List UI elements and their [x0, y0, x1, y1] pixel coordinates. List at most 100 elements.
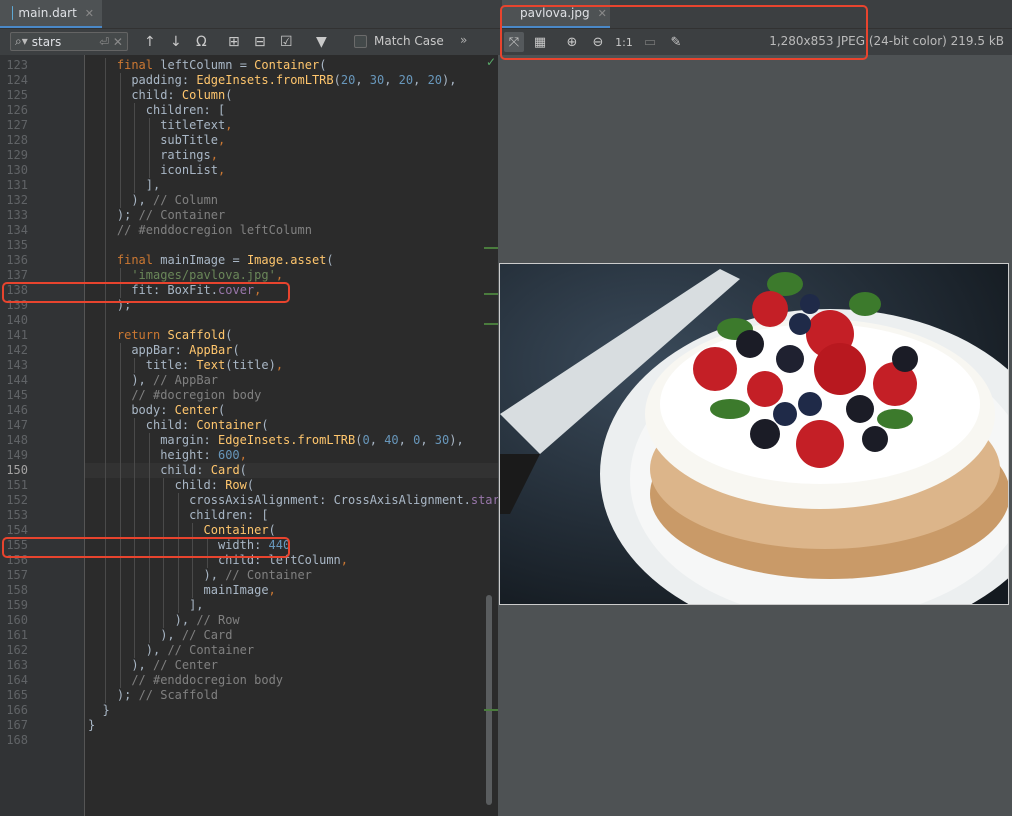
code-area[interactable]: 123 final leftColumn = Container(124 paddi…	[0, 55, 498, 816]
indent-guide	[119, 163, 121, 178]
code-line[interactable]: 128 subTitle,	[0, 133, 498, 148]
code-line[interactable]: 159],	[0, 598, 498, 613]
line-text: ],	[145, 178, 161, 192]
code-line[interactable]: 144), // AppBar	[0, 373, 498, 388]
indent-guide	[105, 103, 107, 118]
indent-guide	[105, 643, 107, 658]
code-line[interactable]: 151 child: Row(	[0, 478, 498, 493]
code-line[interactable]: 158 mainImage,	[0, 583, 498, 598]
code-line[interactable]: 130 iconList,	[0, 163, 498, 178]
line-number: 161	[6, 628, 28, 642]
code-line[interactable]: 137 'images/pavlova.jpg',	[0, 268, 498, 283]
indent-guide	[105, 373, 107, 388]
indent-guide	[177, 523, 179, 538]
tab-main-dart[interactable]: main.dart ✕	[0, 0, 102, 28]
indent-guide	[105, 268, 107, 283]
code-line[interactable]: 126 children: [	[0, 103, 498, 118]
clear-search-icon[interactable]: ⏎ ✕	[99, 35, 127, 49]
close-icon[interactable]: ✕	[85, 7, 94, 20]
previous-occurrence-icon[interactable]: ↑	[144, 32, 156, 52]
code-line[interactable]: 124 padding: EdgeInsets.fromLTRB(20, 30, …	[0, 73, 498, 88]
indent-guide	[119, 88, 121, 103]
indent-guide	[134, 583, 136, 598]
code-line[interactable]: 167}	[0, 718, 498, 733]
indent-guide	[148, 583, 150, 598]
indent-guide	[105, 343, 107, 358]
code-line[interactable]: 161), // Card	[0, 628, 498, 643]
indent-guide	[105, 478, 107, 493]
line-number: 132	[6, 193, 28, 207]
code-line[interactable]: 145 // #docregion body	[0, 388, 498, 403]
indent-guide	[148, 118, 150, 133]
indent-guide	[105, 688, 107, 703]
code-line[interactable]: 134 // #enddocregion leftColumn	[0, 223, 498, 238]
code-line[interactable]: 125 child: Column(	[0, 88, 498, 103]
line-text: ), // Center	[131, 658, 219, 672]
line-number: 144	[6, 373, 28, 387]
indent-guide	[105, 223, 107, 238]
select-all-icon[interactable]: ☑	[280, 32, 293, 52]
code-line[interactable]: 142 appBar: AppBar(	[0, 343, 498, 358]
code-line[interactable]: 135	[0, 238, 498, 253]
line-text: ), // Column	[131, 193, 219, 207]
code-line[interactable]: 123 final leftColumn = Container(	[0, 58, 498, 73]
search-input[interactable]: ⌕▾ stars ⏎ ✕	[10, 32, 128, 51]
indent-guide	[134, 643, 136, 658]
code-line[interactable]: 140	[0, 313, 498, 328]
line-number: 145	[6, 388, 28, 402]
code-line[interactable]: 141 return Scaffold(	[0, 328, 498, 343]
code-line[interactable]: 131],	[0, 178, 498, 193]
code-line[interactable]: 163), // Center	[0, 658, 498, 673]
image-viewer-pane: pavlova.jpg ✕ ⤧ ▦ ⊕ ⊖ 1:1 ▭ ✎ 1,280x853 …	[498, 0, 1012, 816]
next-occurrence-icon[interactable]: ↓	[170, 32, 182, 52]
line-text: // #enddocregion leftColumn	[116, 223, 312, 237]
indent-guide	[119, 133, 121, 148]
highlight-box-image-tab	[500, 5, 868, 60]
code-line[interactable]: 160), // Row	[0, 613, 498, 628]
remove-selection-icon[interactable]: ⊟	[254, 32, 266, 52]
code-line[interactable]: 146 body: Center(	[0, 403, 498, 418]
code-line[interactable]: 154 Container(	[0, 523, 498, 538]
indent-guide	[134, 493, 136, 508]
code-line[interactable]: 127 titleText,	[0, 118, 498, 133]
code-line[interactable]: 133); // Container	[0, 208, 498, 223]
more-options-icon[interactable]: »	[460, 33, 467, 47]
code-line[interactable]: 150 child: Card(	[0, 463, 498, 478]
code-line[interactable]: 164 // #enddocregion body	[0, 673, 498, 688]
code-line[interactable]: 168	[0, 733, 498, 748]
indent-guide	[119, 643, 121, 658]
indent-guide	[148, 133, 150, 148]
line-text: ), // Row	[174, 613, 240, 627]
indent-guide	[105, 208, 107, 223]
code-line[interactable]: 157), // Container	[0, 568, 498, 583]
indent-guide	[177, 568, 179, 583]
code-line[interactable]: 129 ratings,	[0, 148, 498, 163]
line-number: 135	[6, 238, 28, 252]
code-line[interactable]: 143 title: Text(title),	[0, 358, 498, 373]
line-number: 136	[6, 253, 28, 267]
line-text: ); // Container	[116, 208, 226, 222]
match-case-checkbox[interactable]	[354, 35, 367, 48]
vertical-scrollbar[interactable]	[486, 595, 492, 805]
add-selection-icon[interactable]: ⊞	[228, 32, 240, 52]
line-number: 142	[6, 343, 28, 357]
line-text: title: Text(title),	[145, 358, 284, 372]
code-line[interactable]: 166}	[0, 703, 498, 718]
code-line[interactable]: 153 children: [	[0, 508, 498, 523]
indent-guide	[105, 253, 107, 268]
filter-icon[interactable]: ▼	[316, 32, 327, 52]
regex-icon[interactable]: Ω	[196, 32, 207, 52]
code-line[interactable]: 132 ), // Column	[0, 193, 498, 208]
code-line[interactable]: 136 final mainImage = Image.asset(	[0, 253, 498, 268]
line-number: 128	[6, 133, 28, 147]
code-line[interactable]: 149 height: 600,	[0, 448, 498, 463]
line-text: return Scaffold(	[116, 328, 233, 342]
indent-guide	[148, 508, 150, 523]
indent-guide	[119, 433, 121, 448]
indent-guide	[119, 613, 121, 628]
code-line[interactable]: 148 margin: EdgeInsets.fromLTRB(0, 40, 0,…	[0, 433, 498, 448]
code-line[interactable]: 162), // Container	[0, 643, 498, 658]
code-line[interactable]: 165); // Scaffold	[0, 688, 498, 703]
code-line[interactable]: 152 crossAxisAlignment: CrossAxisAlignmen…	[0, 493, 498, 508]
code-line[interactable]: 147 child: Container(	[0, 418, 498, 433]
